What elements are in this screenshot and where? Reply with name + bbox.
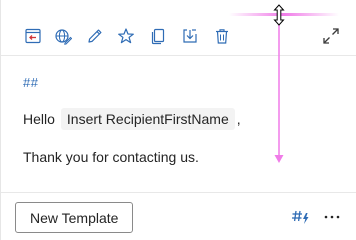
body-text: Thank you for contacting us. bbox=[23, 149, 199, 165]
favorite-button[interactable] bbox=[114, 24, 138, 48]
heading-marker: ## bbox=[23, 75, 39, 90]
template-footer: New Template bbox=[1, 192, 356, 240]
copy-icon bbox=[151, 28, 165, 45]
expand-icon bbox=[323, 28, 339, 44]
recipient-first-name-token[interactable]: Insert RecipientFirstName bbox=[60, 108, 235, 130]
template-toolbar bbox=[1, 0, 356, 56]
trash-icon bbox=[216, 29, 228, 44]
save-download-icon bbox=[183, 29, 197, 43]
greeting-text: Hello bbox=[23, 111, 55, 127]
more-options-button[interactable] bbox=[323, 207, 341, 227]
template-panel: ## Hello Insert RecipientFirstName , Tha… bbox=[0, 0, 356, 240]
insert-template-button[interactable] bbox=[21, 24, 45, 48]
pencil-icon bbox=[88, 29, 102, 43]
edit-globe-icon bbox=[55, 29, 72, 45]
edit-globe-button[interactable] bbox=[51, 24, 75, 48]
save-button[interactable] bbox=[178, 24, 202, 48]
insert-template-icon bbox=[25, 28, 41, 44]
greeting-comma: , bbox=[236, 111, 241, 127]
copy-button[interactable] bbox=[146, 24, 170, 48]
new-template-button[interactable]: New Template bbox=[15, 202, 134, 233]
greeting-line: Hello Insert RecipientFirstName , bbox=[23, 108, 336, 130]
star-icon bbox=[118, 28, 134, 44]
hashtag-lightning-icon bbox=[292, 210, 309, 224]
delete-button[interactable] bbox=[210, 24, 234, 48]
template-preview: ## Hello Insert RecipientFirstName , Tha… bbox=[23, 74, 336, 168]
edit-button[interactable] bbox=[83, 24, 107, 48]
hashtag-shortcut-button[interactable] bbox=[291, 207, 311, 227]
more-options-icon bbox=[324, 215, 340, 219]
expand-button[interactable] bbox=[319, 24, 343, 48]
